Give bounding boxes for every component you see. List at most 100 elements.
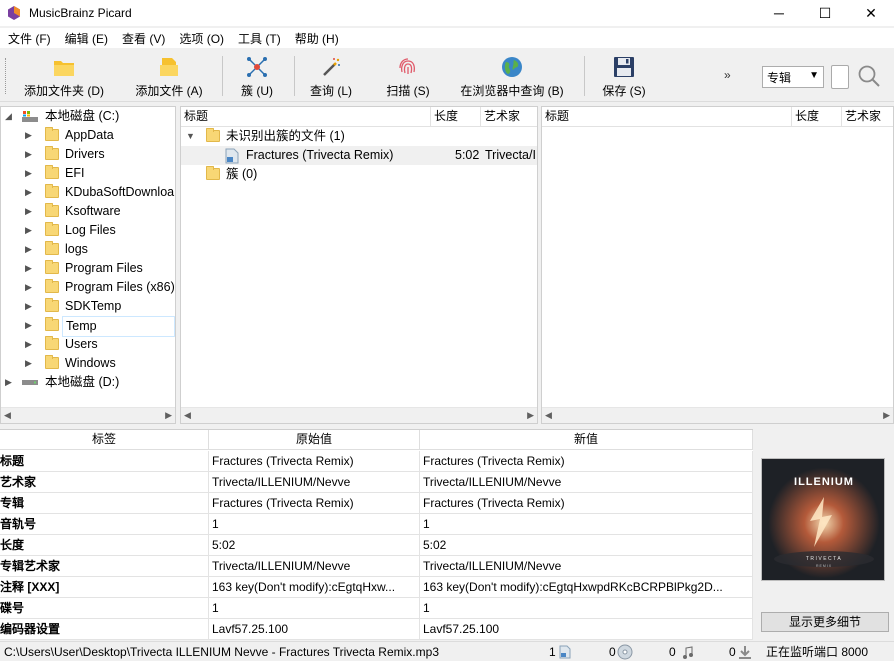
collapse-arrow-icon[interactable]: ▼ bbox=[186, 127, 198, 146]
expand-arrow-icon[interactable]: ▶ bbox=[25, 316, 37, 335]
tree-item-folder[interactable]: ▶ Users bbox=[25, 335, 175, 354]
horizontal-scrollbar[interactable]: ◀ ▶ bbox=[1, 407, 175, 423]
horizontal-scrollbar[interactable]: ◀ ▶ bbox=[542, 407, 893, 423]
metadata-tag-cell[interactable]: 专辑艺术家 bbox=[0, 556, 209, 577]
metadata-tag-cell[interactable]: 专辑 bbox=[0, 493, 209, 514]
metadata-original-cell[interactable]: 1 bbox=[209, 598, 420, 619]
expand-arrow-icon[interactable]: ▶ bbox=[25, 335, 37, 354]
menu-file[interactable]: 文件 (F) bbox=[3, 30, 56, 47]
column-header-artist[interactable]: 艺术家 bbox=[842, 107, 893, 127]
lookup-button[interactable]: 查询 (L) bbox=[306, 55, 356, 99]
file-row[interactable]: Fractures (Trivecta Remix) 5:02 Trivecta… bbox=[181, 146, 537, 165]
tree-item-folder[interactable]: ▶ Ksoftware bbox=[25, 202, 175, 221]
toolbar-grip[interactable] bbox=[5, 58, 7, 94]
browser-lookup-button[interactable]: 在浏览器中查询 (B) bbox=[456, 55, 568, 99]
show-more-details-button[interactable]: 显示更多细节 bbox=[761, 612, 889, 632]
minimize-button[interactable]: ─ bbox=[756, 0, 802, 26]
expand-arrow-icon[interactable]: ▶ bbox=[25, 126, 37, 145]
menu-help[interactable]: 帮助 (H) bbox=[290, 30, 344, 47]
metadata-original-cell[interactable]: Lavf57.25.100 bbox=[209, 619, 420, 640]
scan-button[interactable]: 扫描 (S) bbox=[381, 55, 435, 99]
expand-arrow-icon[interactable]: ▶ bbox=[25, 164, 37, 183]
cover-art[interactable]: ILLENIUM TRIVECTA REMIX bbox=[761, 458, 885, 581]
add-folder-button[interactable]: 添加文件夹 (D) bbox=[20, 55, 108, 99]
metadata-row[interactable]: 专辑艺术家 Trivecta/ILLENIUM/Nevve Trivecta/ILL… bbox=[0, 556, 753, 577]
metadata-row[interactable]: 编码器设置 Lavf57.25.100 Lavf57.25.100 bbox=[0, 619, 753, 640]
tree-item-folder[interactable]: ▶ Log Files bbox=[25, 221, 175, 240]
metadata-original-cell[interactable]: Trivecta/ILLENIUM/Nevve bbox=[209, 472, 420, 493]
metadata-original-cell[interactable]: Trivecta/ILLENIUM/Nevve bbox=[209, 556, 420, 577]
scroll-left-icon[interactable]: ◀ bbox=[184, 410, 191, 421]
column-header-length[interactable]: 长度 bbox=[792, 107, 842, 127]
tree-item-folder[interactable]: ▶ Program Files (x86) bbox=[25, 278, 175, 297]
column-header-title[interactable]: 标题 bbox=[181, 107, 431, 127]
scroll-left-icon[interactable]: ◀ bbox=[545, 410, 552, 421]
metadata-row[interactable]: 注释 [XXX] 163 key(Don't modify):cEgtqHxw..… bbox=[0, 577, 753, 598]
clusters-row[interactable]: 簇 (0) bbox=[186, 165, 536, 184]
metadata-tag-cell[interactable]: 编码器设置 bbox=[0, 619, 209, 640]
metadata-row[interactable]: 专辑 Fractures (Trivecta Remix) Fractures (T… bbox=[0, 493, 753, 514]
tree-item-folder[interactable]: ▶ EFI bbox=[25, 164, 175, 183]
menu-view[interactable]: 查看 (V) bbox=[117, 30, 170, 47]
search-icon[interactable] bbox=[857, 64, 881, 88]
column-header-original[interactable]: 原始值 bbox=[209, 430, 420, 450]
metadata-row[interactable]: 艺术家 Trivecta/ILLENIUM/Nevve Trivecta/ILLEN… bbox=[0, 472, 753, 493]
expand-arrow-icon[interactable]: ▶ bbox=[25, 145, 37, 164]
metadata-original-cell[interactable]: Fractures (Trivecta Remix) bbox=[209, 451, 420, 472]
scroll-right-icon[interactable]: ▶ bbox=[527, 410, 534, 421]
column-header-length[interactable]: 长度 bbox=[431, 107, 481, 127]
metadata-original-cell[interactable]: Fractures (Trivecta Remix) bbox=[209, 493, 420, 514]
scroll-left-icon[interactable]: ◀ bbox=[4, 410, 11, 421]
metadata-new-cell[interactable]: Fractures (Trivecta Remix) bbox=[420, 451, 753, 472]
metadata-row[interactable]: 音轨号 1 1 bbox=[0, 514, 753, 535]
metadata-tag-cell[interactable]: 长度 bbox=[0, 535, 209, 556]
tree-item-folder[interactable]: ▶ KDubaSoftDownloa bbox=[25, 183, 175, 202]
metadata-tag-cell[interactable]: 音轨号 bbox=[0, 514, 209, 535]
menu-tools[interactable]: 工具 (T) bbox=[233, 30, 286, 47]
tree-item-folder[interactable]: ▶ Program Files bbox=[25, 259, 175, 278]
tree-item-folder[interactable]: ▶ SDKTemp bbox=[25, 297, 175, 316]
search-input[interactable] bbox=[831, 65, 849, 89]
tree-item-folder[interactable]: ▶ Drivers bbox=[25, 145, 175, 164]
save-button[interactable]: 保存 (S) bbox=[598, 55, 650, 99]
column-header-title[interactable]: 标题 bbox=[542, 107, 792, 127]
metadata-row[interactable]: 标题 Fractures (Trivecta Remix) Fractures (T… bbox=[0, 451, 753, 472]
horizontal-scrollbar[interactable]: ◀ ▶ bbox=[181, 407, 537, 423]
search-type-select[interactable]: 专辑 ▼ bbox=[762, 66, 824, 88]
metadata-new-cell[interactable]: Trivecta/ILLENIUM/Nevve bbox=[420, 472, 753, 493]
metadata-tag-cell[interactable]: 碟号 bbox=[0, 598, 209, 619]
unclustered-files-row[interactable]: ▼ 未识别出簇的文件 (1) bbox=[186, 127, 536, 146]
metadata-tag-cell[interactable]: 艺术家 bbox=[0, 472, 209, 493]
scroll-right-icon[interactable]: ▶ bbox=[883, 410, 890, 421]
tree-item-folder[interactable]: ▶ Windows bbox=[25, 354, 175, 373]
column-header-artist[interactable]: 艺术家 bbox=[481, 107, 537, 127]
metadata-original-cell[interactable]: 5:02 bbox=[209, 535, 420, 556]
expand-arrow-icon[interactable]: ▶ bbox=[25, 183, 37, 202]
close-button[interactable]: ✕ bbox=[848, 0, 894, 26]
menu-edit[interactable]: 编辑 (E) bbox=[60, 30, 113, 47]
metadata-original-cell[interactable]: 163 key(Don't modify):cEgtqHxw... bbox=[209, 577, 420, 598]
metadata-row[interactable]: 碟号 1 1 bbox=[0, 598, 753, 619]
expand-arrow-icon[interactable]: ▶ bbox=[25, 278, 37, 297]
expand-arrow-icon[interactable]: ▶ bbox=[25, 221, 37, 240]
expand-arrow-icon[interactable]: ▶ bbox=[25, 354, 37, 373]
metadata-new-cell[interactable]: 163 key(Don't modify):cEgtqHxwpdRKcBCRPB… bbox=[420, 577, 753, 598]
metadata-tag-cell[interactable]: 注释 [XXX] bbox=[0, 577, 209, 598]
metadata-tag-cell[interactable]: 标题 bbox=[0, 451, 209, 472]
maximize-button[interactable]: ☐ bbox=[802, 0, 848, 26]
metadata-new-cell[interactable]: Fractures (Trivecta Remix) bbox=[420, 493, 753, 514]
metadata-new-cell[interactable]: 1 bbox=[420, 598, 753, 619]
metadata-new-cell[interactable]: 5:02 bbox=[420, 535, 753, 556]
column-header-new[interactable]: 新值 bbox=[420, 430, 753, 450]
tree-item-folder[interactable]: ▶ logs bbox=[25, 240, 175, 259]
scroll-right-icon[interactable]: ▶ bbox=[165, 410, 172, 421]
expand-arrow-icon[interactable]: ▶ bbox=[5, 373, 17, 392]
cluster-button[interactable]: 簇 (U) bbox=[236, 55, 278, 99]
expand-arrow-icon[interactable]: ▶ bbox=[25, 297, 37, 316]
metadata-new-cell[interactable]: 1 bbox=[420, 514, 753, 535]
column-header-tag[interactable]: 标签 bbox=[0, 430, 209, 450]
menu-options[interactable]: 选项 (O) bbox=[174, 30, 229, 47]
metadata-row[interactable]: 长度 5:02 5:02 bbox=[0, 535, 753, 556]
expand-arrow-icon[interactable]: ▶ bbox=[25, 240, 37, 259]
tree-item-folder[interactable]: ▶ AppData bbox=[25, 126, 175, 145]
